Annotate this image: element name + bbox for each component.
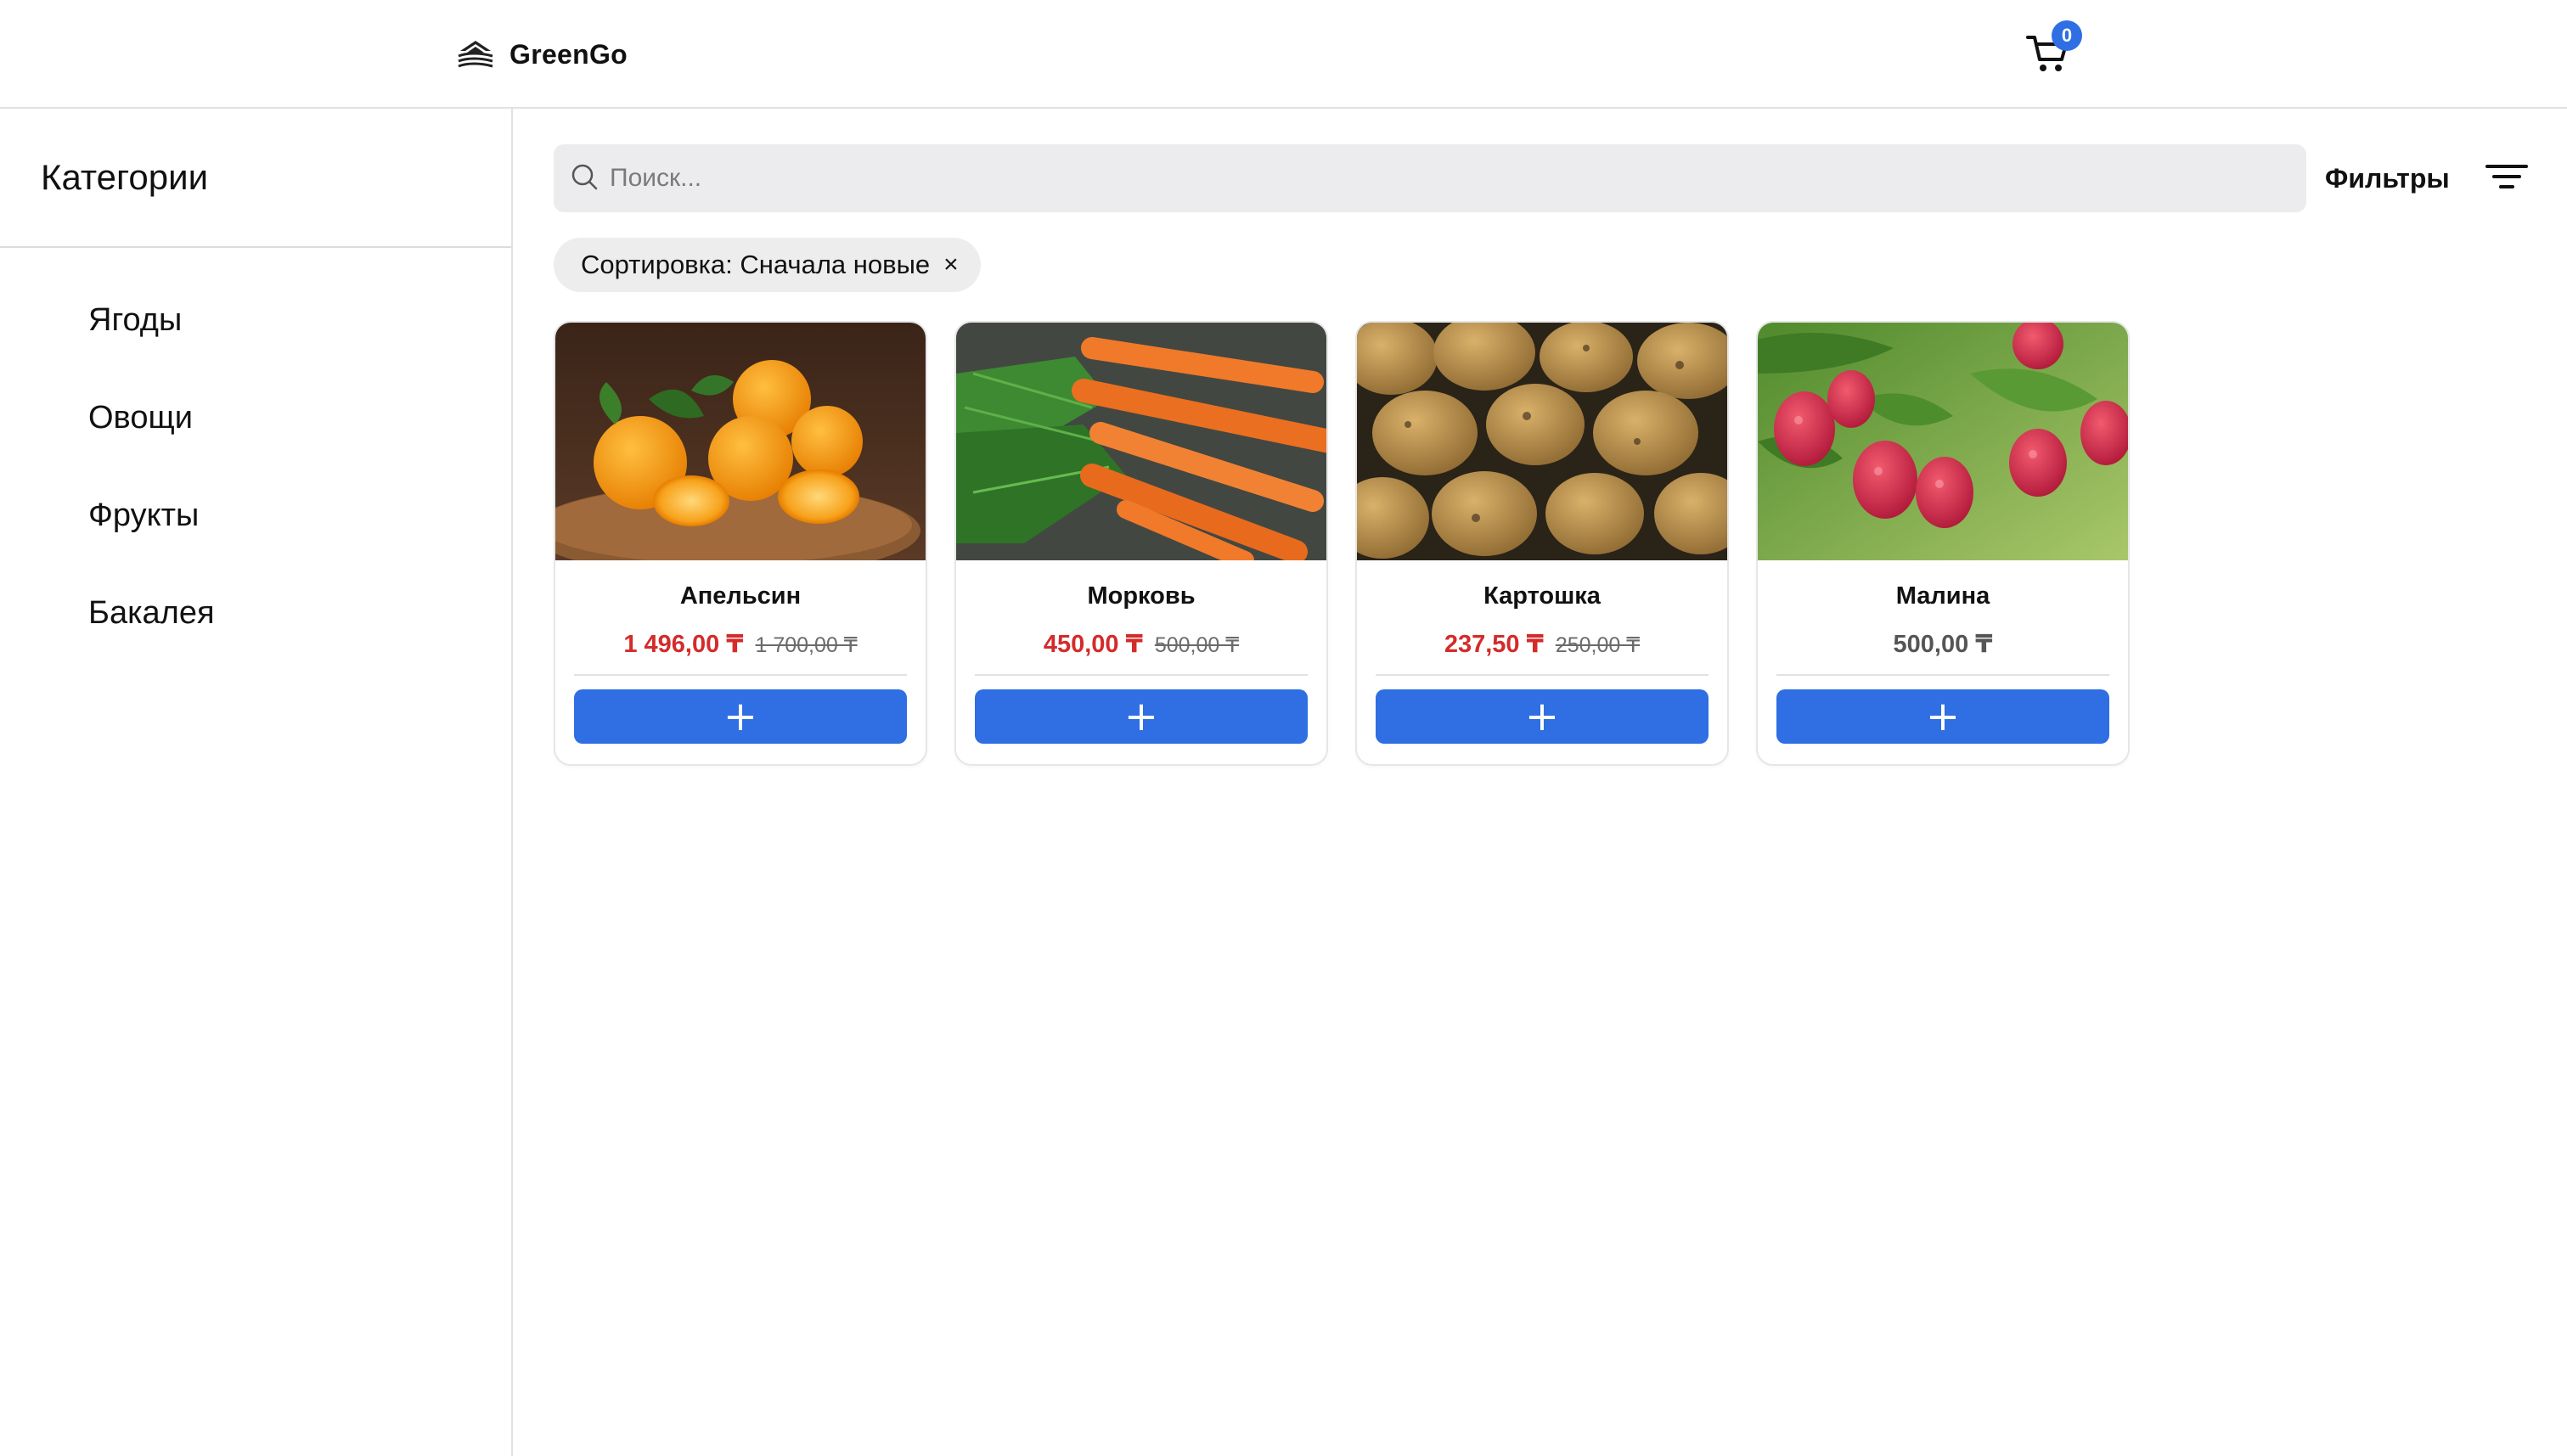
filters-button[interactable]: Фильтры <box>2325 144 2528 212</box>
card-divider <box>975 674 1308 676</box>
product-grid: Апельсин 1 496,00 ₸ 1 700,00 ₸ + Морковь… <box>554 321 2130 766</box>
category-list: Ягоды Овощи Фрукты Бакалея <box>0 248 511 662</box>
product-price-row: 500,00 ₸ <box>1758 629 2128 659</box>
product-name: Апельсин <box>679 582 802 610</box>
category-item-vegetables[interactable]: Овощи <box>0 369 511 467</box>
search-input[interactable] <box>610 164 2274 193</box>
category-item-grocery[interactable]: Бакалея <box>0 565 511 662</box>
card-divider <box>574 674 907 676</box>
search-icon <box>569 161 610 196</box>
product-price: 500,00 ₸ <box>1893 631 1993 658</box>
sort-chip-label: Сортировка: Сначала новые <box>581 250 931 279</box>
product-card[interactable]: Морковь 450,00 ₸ 500,00 ₸ + <box>954 321 1328 766</box>
category-item-berries[interactable]: Ягоды <box>0 272 511 369</box>
product-image-carrots <box>956 323 1326 560</box>
brand-name: GreenGo <box>509 38 628 70</box>
product-card[interactable]: Картошка 237,50 ₸ 250,00 ₸ + <box>1355 321 1729 766</box>
product-sale-price: 237,50 ₸ <box>1444 631 1544 658</box>
product-price-row: 237,50 ₸ 250,00 ₸ <box>1357 629 1727 659</box>
product-image-potatoes <box>1357 323 1727 560</box>
top-header: GreenGo 0 <box>0 0 2567 109</box>
product-card[interactable]: Малина 500,00 ₸ + <box>1756 321 2130 766</box>
brand-logo[interactable]: GreenGo <box>455 31 628 78</box>
product-card[interactable]: Апельсин 1 496,00 ₸ 1 700,00 ₸ + <box>554 321 927 766</box>
cart-count-badge: 0 <box>2052 20 2082 51</box>
sort-chip-close-icon[interactable]: × <box>943 252 959 278</box>
product-name: Морковь <box>1087 582 1196 610</box>
cart-button[interactable]: 0 <box>2021 20 2082 80</box>
sort-chip: Сортировка: Сначала новые × <box>554 238 981 292</box>
greengo-logo-icon <box>455 32 496 77</box>
product-image-raspberries <box>1758 323 2128 560</box>
add-to-cart-button[interactable]: + <box>1776 689 2109 744</box>
product-sale-price: 450,00 ₸ <box>1043 631 1143 658</box>
product-image-oranges <box>555 323 926 560</box>
product-old-price: 500,00 ₸ <box>1154 633 1240 657</box>
page: GreenGo 0 Категории Ягоды Овощи Фрукты Б… <box>0 0 2567 1456</box>
card-divider <box>1776 674 2109 676</box>
card-divider <box>1376 674 1709 676</box>
filters-label: Фильтры <box>2325 162 2450 194</box>
product-sale-price: 1 496,00 ₸ <box>623 631 744 658</box>
product-name: Малина <box>1895 582 1990 610</box>
product-price-row: 1 496,00 ₸ 1 700,00 ₸ <box>555 629 926 659</box>
sidebar-header: Категории <box>0 109 511 248</box>
categories-sidebar: Категории Ягоды Овощи Фрукты Бакалея <box>0 109 513 1456</box>
add-to-cart-button[interactable]: + <box>975 689 1308 744</box>
search-bar <box>554 144 2306 212</box>
category-item-fruits[interactable]: Фрукты <box>0 467 511 565</box>
add-to-cart-button[interactable]: + <box>574 689 907 744</box>
filter-lines-icon <box>2485 160 2528 198</box>
add-to-cart-button[interactable]: + <box>1376 689 1709 744</box>
sidebar-title: Категории <box>41 157 209 197</box>
product-name: Картошка <box>1483 582 1601 610</box>
product-old-price: 1 700,00 ₸ <box>755 633 858 657</box>
product-old-price: 250,00 ₸ <box>1555 633 1641 657</box>
product-price-row: 450,00 ₸ 500,00 ₸ <box>956 629 1326 659</box>
